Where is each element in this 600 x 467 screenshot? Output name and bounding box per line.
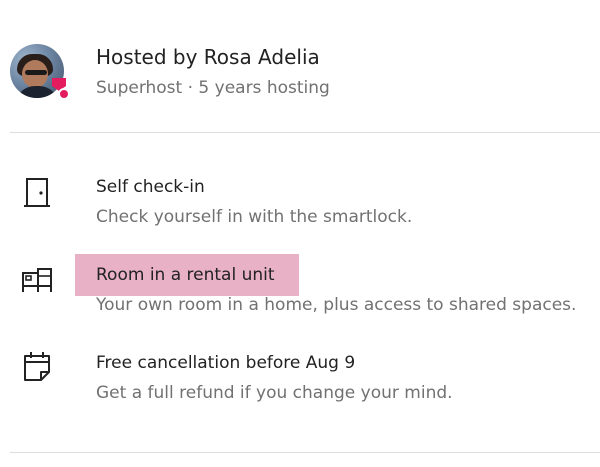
divider-top <box>10 132 600 133</box>
superhost-badge-icon <box>52 78 70 100</box>
door-icon <box>24 178 50 207</box>
host-avatar[interactable] <box>10 44 70 100</box>
feature-title: Room in a rental unit <box>96 265 275 285</box>
divider-bottom <box>10 452 600 453</box>
host-name: Hosted by Rosa Adelia <box>96 45 320 69</box>
feature-description: Check yourself in with the smartlock. <box>96 207 413 227</box>
feature-cancellation: Free cancellation before Aug 9 Get a ful… <box>0 352 600 423</box>
calendar-icon <box>24 352 50 381</box>
feature-room-type: Room in a rental unit Your own room in a… <box>0 265 600 335</box>
feature-title: Self check-in <box>96 177 205 197</box>
feature-description: Get a full refund if you change your min… <box>96 383 453 403</box>
host-section: Hosted by Rosa Adelia Superhost · 5 year… <box>0 0 600 132</box>
feature-title: Free cancellation before Aug 9 <box>96 353 356 373</box>
feature-self-check-in: Self check-in Check yourself in with the… <box>0 177 600 247</box>
host-subtitle: Superhost · 5 years hosting <box>96 78 330 98</box>
feature-description: Your own room in a home, plus access to … <box>96 295 577 315</box>
room-furniture-icon <box>22 268 52 292</box>
